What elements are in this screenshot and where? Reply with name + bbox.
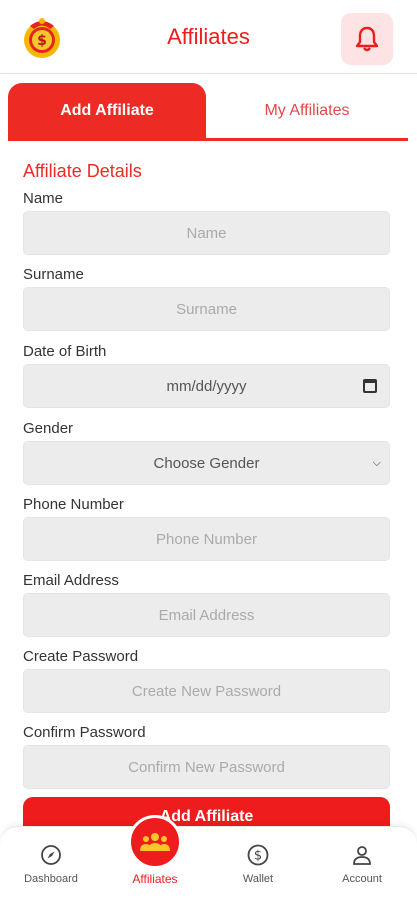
chevron-down-icon: ⌵ [372,457,381,469]
phone-placeholder: Phone Number [156,530,257,548]
nav-account-label: Account [342,873,382,885]
nav-wallet-label: Wallet [242,873,274,885]
dollar-icon: $ [247,844,269,866]
nav-account[interactable]: Account [317,843,407,885]
bottom-nav: Dashboard Affiliates $ Wallet Account [0,815,417,900]
nav-wallet[interactable]: $ Wallet [213,843,303,885]
svg-text:$: $ [254,849,262,864]
surname-input[interactable]: Surname [23,287,390,331]
confirm-password-label: Confirm Password [23,724,146,741]
dob-placeholder: mm/dd/yyyy [166,377,247,395]
calendar-icon[interactable] [363,379,377,393]
tab-my-affiliates[interactable]: My Affiliates [206,83,408,139]
confirm-password-placeholder: Confirm New Password [128,758,285,776]
nav-affiliates-label: Affiliates [132,872,178,886]
name-label: Name [23,190,64,207]
name-placeholder: Name [186,224,227,242]
nav-dashboard-label: Dashboard [24,873,78,885]
users-icon [140,833,170,851]
create-password-placeholder: Create New Password [131,682,282,700]
phone-input[interactable]: Phone Number [23,517,390,561]
email-input[interactable]: Email Address [23,593,390,637]
nav-dashboard[interactable]: Dashboard [6,843,96,885]
gender-placeholder: Choose Gender [153,454,260,472]
surname-label: Surname [23,266,84,283]
bell-icon [355,26,379,52]
section-title: Affiliate Details [23,161,142,181]
name-input[interactable]: Name [23,211,390,255]
gender-label: Gender [23,420,74,437]
nav-affiliates-badge [128,815,182,869]
dob-label: Date of Birth [23,343,107,360]
nav-affiliates[interactable]: Affiliates [108,815,202,886]
tab-add-affiliate[interactable]: Add Affiliate [8,83,206,139]
compass-icon [41,845,61,865]
phone-label: Phone Number [23,496,124,513]
email-placeholder: Email Address [158,606,255,624]
gender-select[interactable]: Choose Gender ⌵ [23,441,390,485]
email-label: Email Address [23,572,119,589]
app-header: $ Affiliates [0,0,417,74]
confirm-password-input[interactable]: Confirm New Password [23,745,390,789]
notifications-button[interactable] [341,13,393,65]
surname-placeholder: Surname [176,300,237,318]
affiliate-tabs: Add Affiliate My Affiliates [8,83,408,141]
create-password-input[interactable]: Create New Password [23,669,390,713]
dob-input[interactable]: mm/dd/yyyy [23,364,390,408]
create-password-label: Create Password [23,648,139,665]
user-icon [353,846,371,865]
